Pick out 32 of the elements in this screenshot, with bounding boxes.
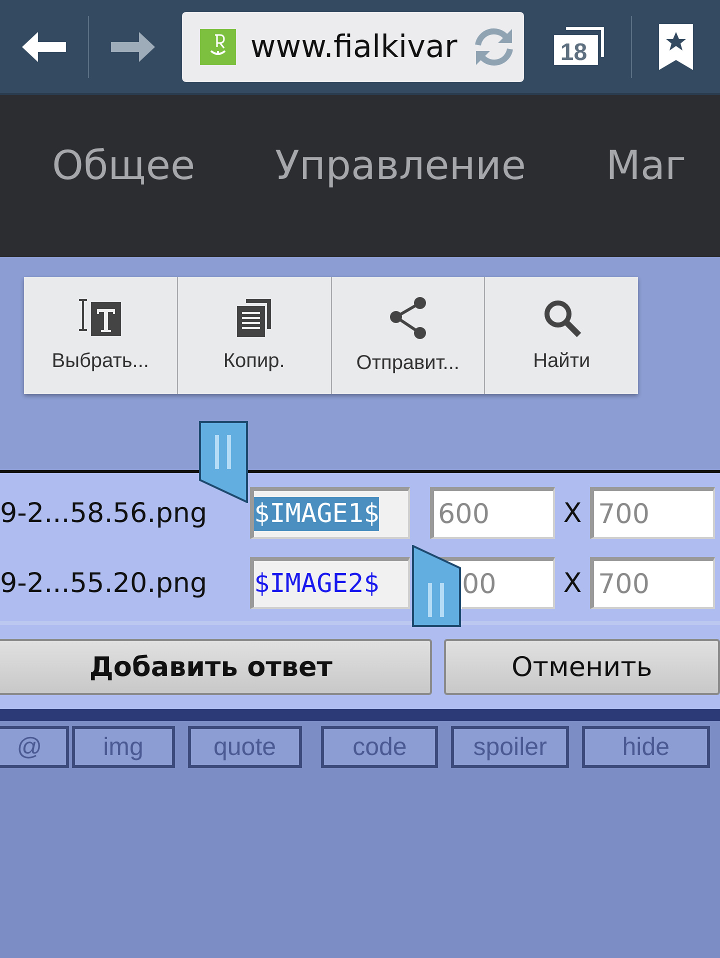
forward-arrow-icon: [110, 32, 155, 62]
back-arrow-icon: [22, 32, 66, 62]
height-field[interactable]: 700: [590, 557, 715, 609]
cancel-button[interactable]: Отменить: [444, 639, 720, 695]
width-field[interactable]: 00: [462, 557, 555, 609]
copy-icon: [236, 298, 272, 338]
tab-count: 18: [560, 38, 588, 66]
share-icon: [388, 296, 428, 340]
times-sign: X: [562, 568, 583, 598]
code-field[interactable]: $IMAGE1$: [250, 487, 410, 539]
menu-item[interactable]: Отправит...: [332, 277, 486, 394]
code-field[interactable]: $IMAGE2$: [250, 557, 410, 609]
menu-item[interactable]: Найти: [485, 277, 638, 394]
menu-item[interactable]: Копир.: [178, 277, 332, 394]
height-field[interactable]: 700: [590, 487, 715, 539]
nav-tab[interactable]: Общее: [52, 143, 196, 189]
tabs-stack-icon: [552, 24, 606, 66]
add-reply-button[interactable]: Добавить ответ: [0, 639, 432, 695]
file-name: 9-2...58.56.png: [0, 498, 208, 528]
site-logo-icon: [200, 28, 236, 64]
tabs-button[interactable]: 18: [524, 16, 632, 76]
menu-item[interactable]: Выбрать...: [24, 277, 178, 394]
nav-tab[interactable]: Маг: [606, 143, 686, 189]
file-name: 9-2...55.20.png: [0, 568, 208, 598]
nav-tab[interactable]: Управление: [275, 143, 526, 189]
text-select-icon: [77, 298, 124, 338]
url-text: www.fialkivar: [250, 28, 458, 64]
width-field[interactable]: 600: [430, 487, 555, 539]
search-icon: [542, 298, 582, 338]
address-field[interactable]: www.fialkivar: [182, 12, 524, 82]
bookmark-star-icon: [659, 24, 694, 70]
times-sign: X: [562, 498, 583, 528]
